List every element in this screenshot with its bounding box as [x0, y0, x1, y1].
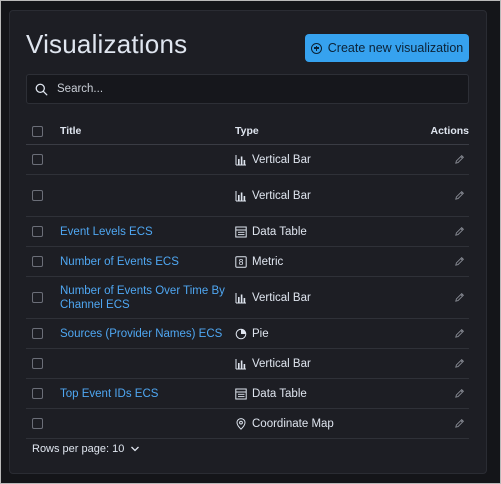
visualizations-table: Title Type Actions Vertical Bar Vertical …	[26, 118, 469, 439]
pencil-edit-icon[interactable]	[454, 292, 465, 303]
visualization-type: Vertical Bar	[235, 190, 415, 202]
row-actions	[415, 190, 469, 201]
row-actions	[415, 418, 469, 429]
table-row: Number of Events ECS 8 Metric	[26, 247, 469, 277]
type-label: Coordinate Map	[252, 417, 334, 430]
app-window: Visualizations Create new visualization …	[0, 0, 501, 484]
visualizations-panel: Visualizations Create new visualization …	[9, 10, 487, 474]
page-title: Visualizations	[26, 29, 188, 59]
row-checkbox[interactable]	[32, 190, 43, 201]
create-visualization-button[interactable]: Create new visualization	[305, 34, 469, 62]
pencil-edit-icon[interactable]	[454, 226, 465, 237]
pencil-edit-icon[interactable]	[454, 154, 465, 165]
table-row: Top Event IDs ECS Data Table	[26, 379, 469, 409]
row-actions	[415, 292, 469, 303]
pencil-edit-icon[interactable]	[454, 328, 465, 339]
rows-per-page-selector[interactable]: Rows per page: 10	[32, 443, 140, 455]
metric-icon: 8	[235, 255, 247, 268]
table-row: Vertical Bar	[26, 175, 469, 217]
row-checkbox[interactable]	[32, 292, 43, 303]
visualization-type: 8 Metric	[235, 256, 415, 268]
row-checkbox[interactable]	[32, 358, 43, 369]
table-row: Sources (Provider Names) ECS Pie	[26, 319, 469, 349]
rows-per-page-label: Rows per page: 10	[32, 443, 125, 455]
plus-circle-icon	[310, 42, 322, 54]
search-icon	[35, 83, 48, 95]
column-header-title[interactable]: Title	[60, 124, 235, 138]
visualization-title-link[interactable]: Sources (Provider Names) ECS	[60, 327, 235, 341]
visualization-title-link[interactable]: Event Levels ECS	[60, 225, 235, 239]
type-label: Pie	[252, 327, 269, 340]
row-checkbox[interactable]	[32, 154, 43, 165]
visualization-type: Vertical Bar	[235, 358, 415, 370]
row-actions	[415, 358, 469, 369]
data-table-icon	[235, 226, 247, 238]
pencil-edit-icon[interactable]	[454, 190, 465, 201]
column-header-actions: Actions	[430, 125, 469, 137]
visualization-type: Coordinate Map	[235, 418, 415, 430]
row-checkbox[interactable]	[32, 256, 43, 267]
vertical-bar-icon	[235, 154, 247, 166]
svg-text:8: 8	[238, 258, 243, 267]
visualization-type: Vertical Bar	[235, 292, 415, 304]
column-header-type[interactable]: Type	[235, 125, 415, 137]
visualization-type: Data Table	[235, 388, 415, 400]
type-label: Data Table	[252, 387, 307, 400]
chevron-down-icon	[131, 446, 140, 452]
visualization-type: Data Table	[235, 226, 415, 238]
row-actions	[415, 256, 469, 267]
pencil-edit-icon[interactable]	[454, 256, 465, 267]
table-row: Coordinate Map	[26, 409, 469, 439]
table-row: Event Levels ECS Data Table	[26, 217, 469, 247]
row-actions	[415, 388, 469, 399]
row-actions	[415, 154, 469, 165]
select-all-checkbox[interactable]	[32, 125, 43, 137]
visualization-title-link[interactable]: Top Event IDs ECS	[60, 387, 235, 401]
pie-icon	[235, 328, 247, 340]
type-label: Metric	[252, 255, 284, 268]
vertical-bar-icon	[235, 190, 247, 202]
coordinate-map-icon	[235, 417, 247, 430]
row-checkbox[interactable]	[32, 226, 43, 237]
search-box[interactable]	[26, 74, 469, 104]
row-checkbox[interactable]	[32, 328, 43, 339]
row-checkbox[interactable]	[32, 388, 43, 399]
visualization-title-link[interactable]: Number of Events Over Time By Channel EC…	[60, 284, 235, 312]
row-checkbox[interactable]	[32, 418, 43, 429]
vertical-bar-icon	[235, 358, 247, 370]
pencil-edit-icon[interactable]	[454, 418, 465, 429]
pencil-edit-icon[interactable]	[454, 388, 465, 399]
row-actions	[415, 226, 469, 237]
type-label: Vertical Bar	[252, 291, 311, 304]
type-label: Vertical Bar	[252, 153, 311, 166]
type-label: Vertical Bar	[252, 189, 311, 202]
type-label: Data Table	[252, 225, 307, 238]
type-label: Vertical Bar	[252, 357, 311, 370]
table-row: Vertical Bar	[26, 145, 469, 175]
visualization-type: Pie	[235, 328, 415, 340]
search-input[interactable]	[55, 82, 439, 96]
row-actions	[415, 328, 469, 339]
visualization-type: Vertical Bar	[235, 154, 415, 166]
table-row: Number of Events Over Time By Channel EC…	[26, 277, 469, 319]
data-table-icon	[235, 388, 247, 400]
table-row: Vertical Bar	[26, 349, 469, 379]
create-visualization-label: Create new visualization	[327, 41, 464, 55]
pencil-edit-icon[interactable]	[454, 358, 465, 369]
visualization-title-link[interactable]: Number of Events ECS	[60, 255, 235, 269]
vertical-bar-icon	[235, 292, 247, 304]
table-header: Title Type Actions	[26, 118, 469, 145]
table-body: Vertical Bar Vertical Bar Event Levels ECS…	[26, 145, 469, 439]
